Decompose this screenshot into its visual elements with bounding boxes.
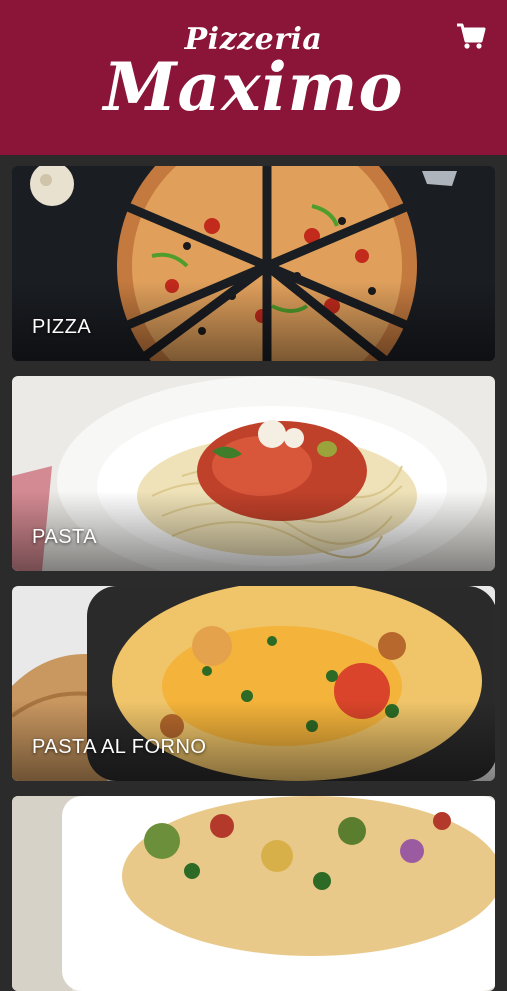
app-header: Pizzeria Maximo (0, 0, 507, 155)
category-card-baked-vegetables[interactable] (12, 796, 495, 991)
category-card-pizza[interactable]: PIZZA (12, 166, 495, 361)
baked-vegetables-photo (12, 796, 495, 991)
category-card-pasta-al-forno[interactable]: PASTA AL FORNO (12, 586, 495, 781)
logo-main-text: Maximo (103, 48, 404, 126)
shopping-cart-icon[interactable] (455, 20, 487, 52)
category-label: PIZZA (32, 316, 92, 338)
category-card-pasta[interactable]: PASTA (12, 376, 495, 571)
category-label: PASTA AL FORNO (32, 736, 207, 758)
pizzeria-maximo-logo: Pizzeria Maximo (0, 0, 507, 155)
category-label: PASTA (32, 526, 98, 548)
